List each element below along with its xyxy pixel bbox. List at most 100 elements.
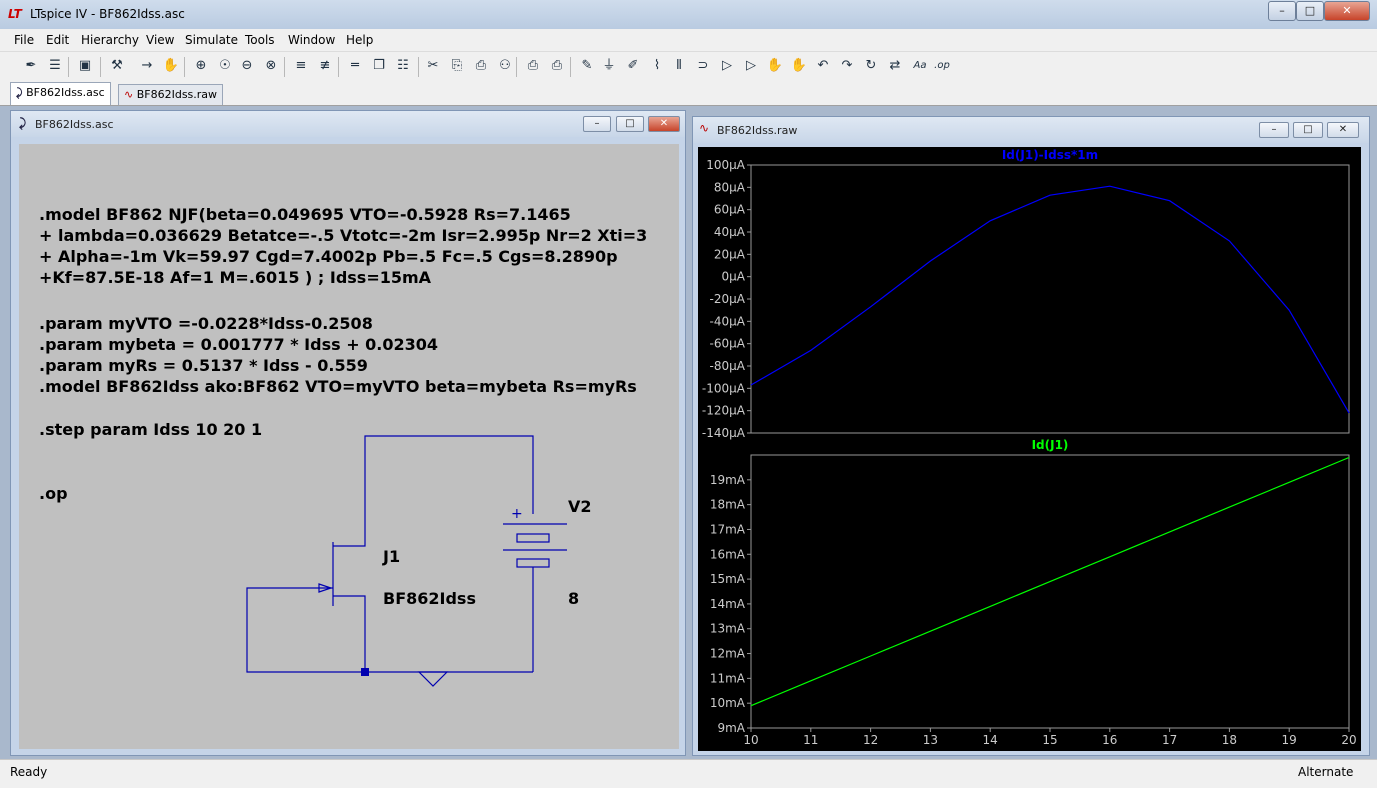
tile-vertical-icon[interactable]: ═ (346, 57, 364, 75)
y-tick-label: 13mA (710, 622, 746, 636)
tile-horizontal-icon[interactable]: ☷ (394, 57, 412, 75)
waveform-close-button[interactable]: ✕ (1327, 122, 1359, 138)
schematic-minimize-button[interactable]: – (583, 116, 611, 132)
text-icon[interactable]: Aa (908, 57, 932, 75)
wire (365, 436, 533, 524)
plot-frame (751, 165, 1349, 433)
y-tick-label: -20µA (710, 292, 746, 306)
battery-cell (517, 534, 549, 542)
x-tick-label: 18 (1222, 733, 1237, 747)
component-icon[interactable]: ▷ (742, 57, 760, 75)
spice-directive-icon[interactable]: .op (930, 57, 954, 75)
label-net-icon[interactable]: ✐ (624, 57, 642, 75)
j1-instance-name[interactable]: J1 (383, 547, 400, 566)
schematic-close-button[interactable]: ✕ (648, 116, 680, 132)
new-schematic-icon[interactable]: ✒ (22, 57, 40, 75)
tab-schematic[interactable]: ⤸ BF862Idss.asc (10, 82, 111, 105)
y-tick-label: 18mA (710, 498, 746, 512)
menu-bar: File Edit Hierarchy View Simulate Tools … (0, 29, 1377, 52)
undo-icon[interactable]: ↶ (814, 57, 832, 75)
y-tick-label: 14mA (710, 597, 746, 611)
y-tick-label: 40µA (714, 225, 746, 239)
y-tick-label: 20µA (714, 247, 746, 261)
trace-title: Id(J1)-Idss*1m (1002, 148, 1098, 162)
waveform-plot[interactable]: Id(J1)-Idss*1m100µA80µA60µA40µA20µA0µA-2… (698, 147, 1361, 751)
document-tab-strip: ⤸ BF862Idss.asc ∿ BF862Idss.raw (0, 81, 1377, 106)
print-setup-icon[interactable]: ⎙ (524, 57, 542, 75)
menu-view[interactable]: View (146, 33, 174, 47)
draw-wire-icon[interactable]: ✎ (578, 57, 596, 75)
delete-trace-icon[interactable]: ≢ (316, 57, 334, 75)
y-tick-label: -140µA (702, 426, 746, 440)
y-tick-label: 10mA (710, 696, 746, 710)
schematic-maximize-button[interactable]: □ (616, 116, 644, 132)
x-tick-label: 19 (1282, 733, 1297, 747)
menu-hierarchy[interactable]: Hierarchy (81, 33, 139, 47)
move-icon[interactable]: ✋ (766, 57, 784, 75)
save-icon[interactable]: ▣ (76, 57, 94, 75)
waveform-window: ∿ BF862Idss.raw – □ ✕ Id(J1)-Idss*1m 100µ… (692, 116, 1370, 756)
autorange-icon[interactable]: ≡ (292, 57, 310, 75)
capacitor-icon[interactable]: ⦀ (670, 57, 688, 75)
schematic-canvas[interactable]: .model BF862 NJF(beta=0.049695 VTO=-0.59… (19, 144, 679, 749)
menu-window[interactable]: Window (288, 33, 335, 47)
copy-icon[interactable]: ⎘ (448, 57, 466, 75)
diode-icon[interactable]: ▷ (718, 57, 736, 75)
toolbar-separator (284, 57, 285, 77)
v2-value[interactable]: 8 (568, 589, 579, 608)
ltspice-logo-icon: LT (8, 7, 24, 21)
tab-label: BF862Idss.raw (137, 88, 217, 101)
mirror-icon[interactable]: ⇄ (886, 57, 904, 75)
waveform-icon: ∿ (699, 121, 709, 135)
zoom-cancel-icon[interactable]: ⊗ (262, 57, 280, 75)
find-icon[interactable]: ⚇ (496, 57, 514, 75)
toolbar-separator (100, 57, 101, 77)
schematic-window-title-bar: ⤸ BF862Idss.asc – □ ✕ (11, 111, 685, 137)
maximize-button[interactable]: □ (1296, 1, 1324, 21)
schematic-window-title: BF862Idss.asc (35, 118, 114, 131)
zoom-pan-icon[interactable]: ☉ (216, 57, 234, 75)
x-tick-label: 12 (863, 733, 878, 747)
v2-instance-name[interactable]: V2 (568, 497, 592, 516)
schematic-window: ⤸ BF862Idss.asc – □ ✕ .model BF862 NJF(b… (10, 110, 686, 756)
menu-file[interactable]: File (14, 33, 34, 47)
x-tick-label: 13 (923, 733, 938, 747)
junction-dot (361, 668, 369, 676)
resistor-icon[interactable]: ⌇ (648, 57, 666, 75)
tab-waveform[interactable]: ∿ BF862Idss.raw (118, 84, 223, 105)
toolbar-separator (184, 57, 185, 77)
waveform-canvas[interactable]: Id(J1)-Idss*1m100µA80µA60µA40µA20µA0µA-2… (698, 147, 1361, 751)
inductor-icon[interactable]: ⊃ (694, 57, 712, 75)
drag-icon[interactable]: ✋ (790, 57, 808, 75)
redo-icon[interactable]: ↷ (838, 57, 856, 75)
close-button[interactable]: ✕ (1324, 1, 1370, 21)
j1-model-name[interactable]: BF862Idss (383, 589, 476, 608)
menu-edit[interactable]: Edit (46, 33, 69, 47)
paste-icon[interactable]: ⎙ (472, 57, 490, 75)
menu-tools[interactable]: Tools (245, 33, 275, 47)
y-tick-label: 100µA (706, 158, 746, 172)
ground-icon[interactable]: ⏚ (600, 57, 618, 75)
run-icon[interactable]: → (138, 57, 156, 75)
print-icon[interactable]: ⎙ (548, 57, 566, 75)
control-panel-icon[interactable]: ⚒ (108, 57, 126, 75)
halt-icon[interactable]: ✋ (162, 57, 180, 75)
cut-icon[interactable]: ✂ (424, 57, 442, 75)
wire (333, 596, 365, 672)
schematic-icon: ⤸ (19, 116, 26, 131)
minimize-button[interactable]: – (1268, 1, 1296, 21)
zoom-out-icon[interactable]: ⊖ (238, 57, 256, 75)
circuit-drawing: + (19, 144, 679, 749)
waveform-maximize-button[interactable]: □ (1293, 122, 1323, 138)
waveform-window-title: BF862Idss.raw (717, 124, 797, 137)
zoom-in-icon[interactable]: ⊕ (192, 57, 210, 75)
cascade-icon[interactable]: ❐ (370, 57, 388, 75)
toolbar: ✒ ☰ ▣ ⚒ → ✋ ⊕ ☉⊖ ⊗ ≡ ≢ ═ ❐ ☷ ✂ ⎘ ⎙ ⚇ ⎙ ⎙ ✎⏚ ✐ ⌇⦀ ⊃ ▷ ▷ ✋ ✋ ↶ ↷ ↻ ⇄Aa.op (0, 52, 1377, 82)
menu-simulate[interactable]: Simulate (185, 33, 238, 47)
rotate-icon[interactable]: ↻ (862, 57, 880, 75)
menu-help[interactable]: Help (346, 33, 373, 47)
toolbar-separator (570, 57, 571, 77)
open-icon[interactable]: ☰ (46, 57, 64, 75)
toolbar-separator (68, 57, 69, 77)
waveform-minimize-button[interactable]: – (1259, 122, 1289, 138)
